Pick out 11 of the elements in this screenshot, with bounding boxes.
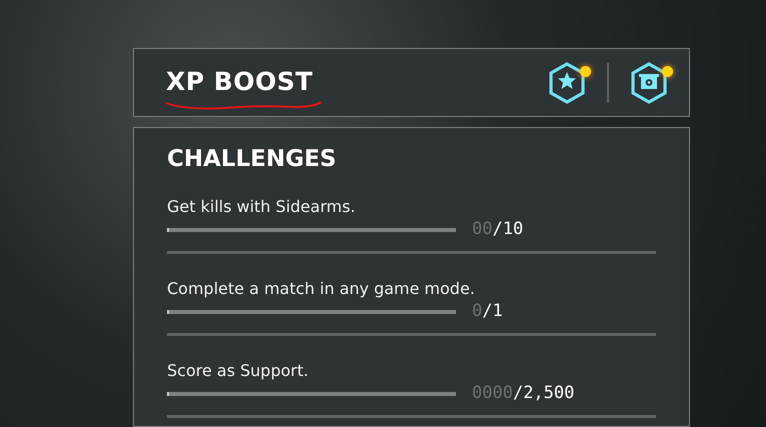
challenge-label: Score as Support. — [167, 360, 310, 382]
progress-target: /1 — [482, 303, 503, 320]
progress-current: 00 — [472, 221, 492, 238]
panel-title: XP BOOST — [166, 66, 313, 96]
challenge-label: Get kills with Sidearms. — [167, 196, 356, 218]
progress-current: 0000 — [472, 385, 513, 402]
progress-target: /2,500 — [512, 385, 574, 402]
challenge-label: Complete a match in any game mode. — [167, 278, 476, 300]
progress-target: /10 — [492, 221, 524, 238]
section-title: CHALLENGES — [167, 148, 338, 171]
progress-current: 0 — [472, 303, 482, 320]
